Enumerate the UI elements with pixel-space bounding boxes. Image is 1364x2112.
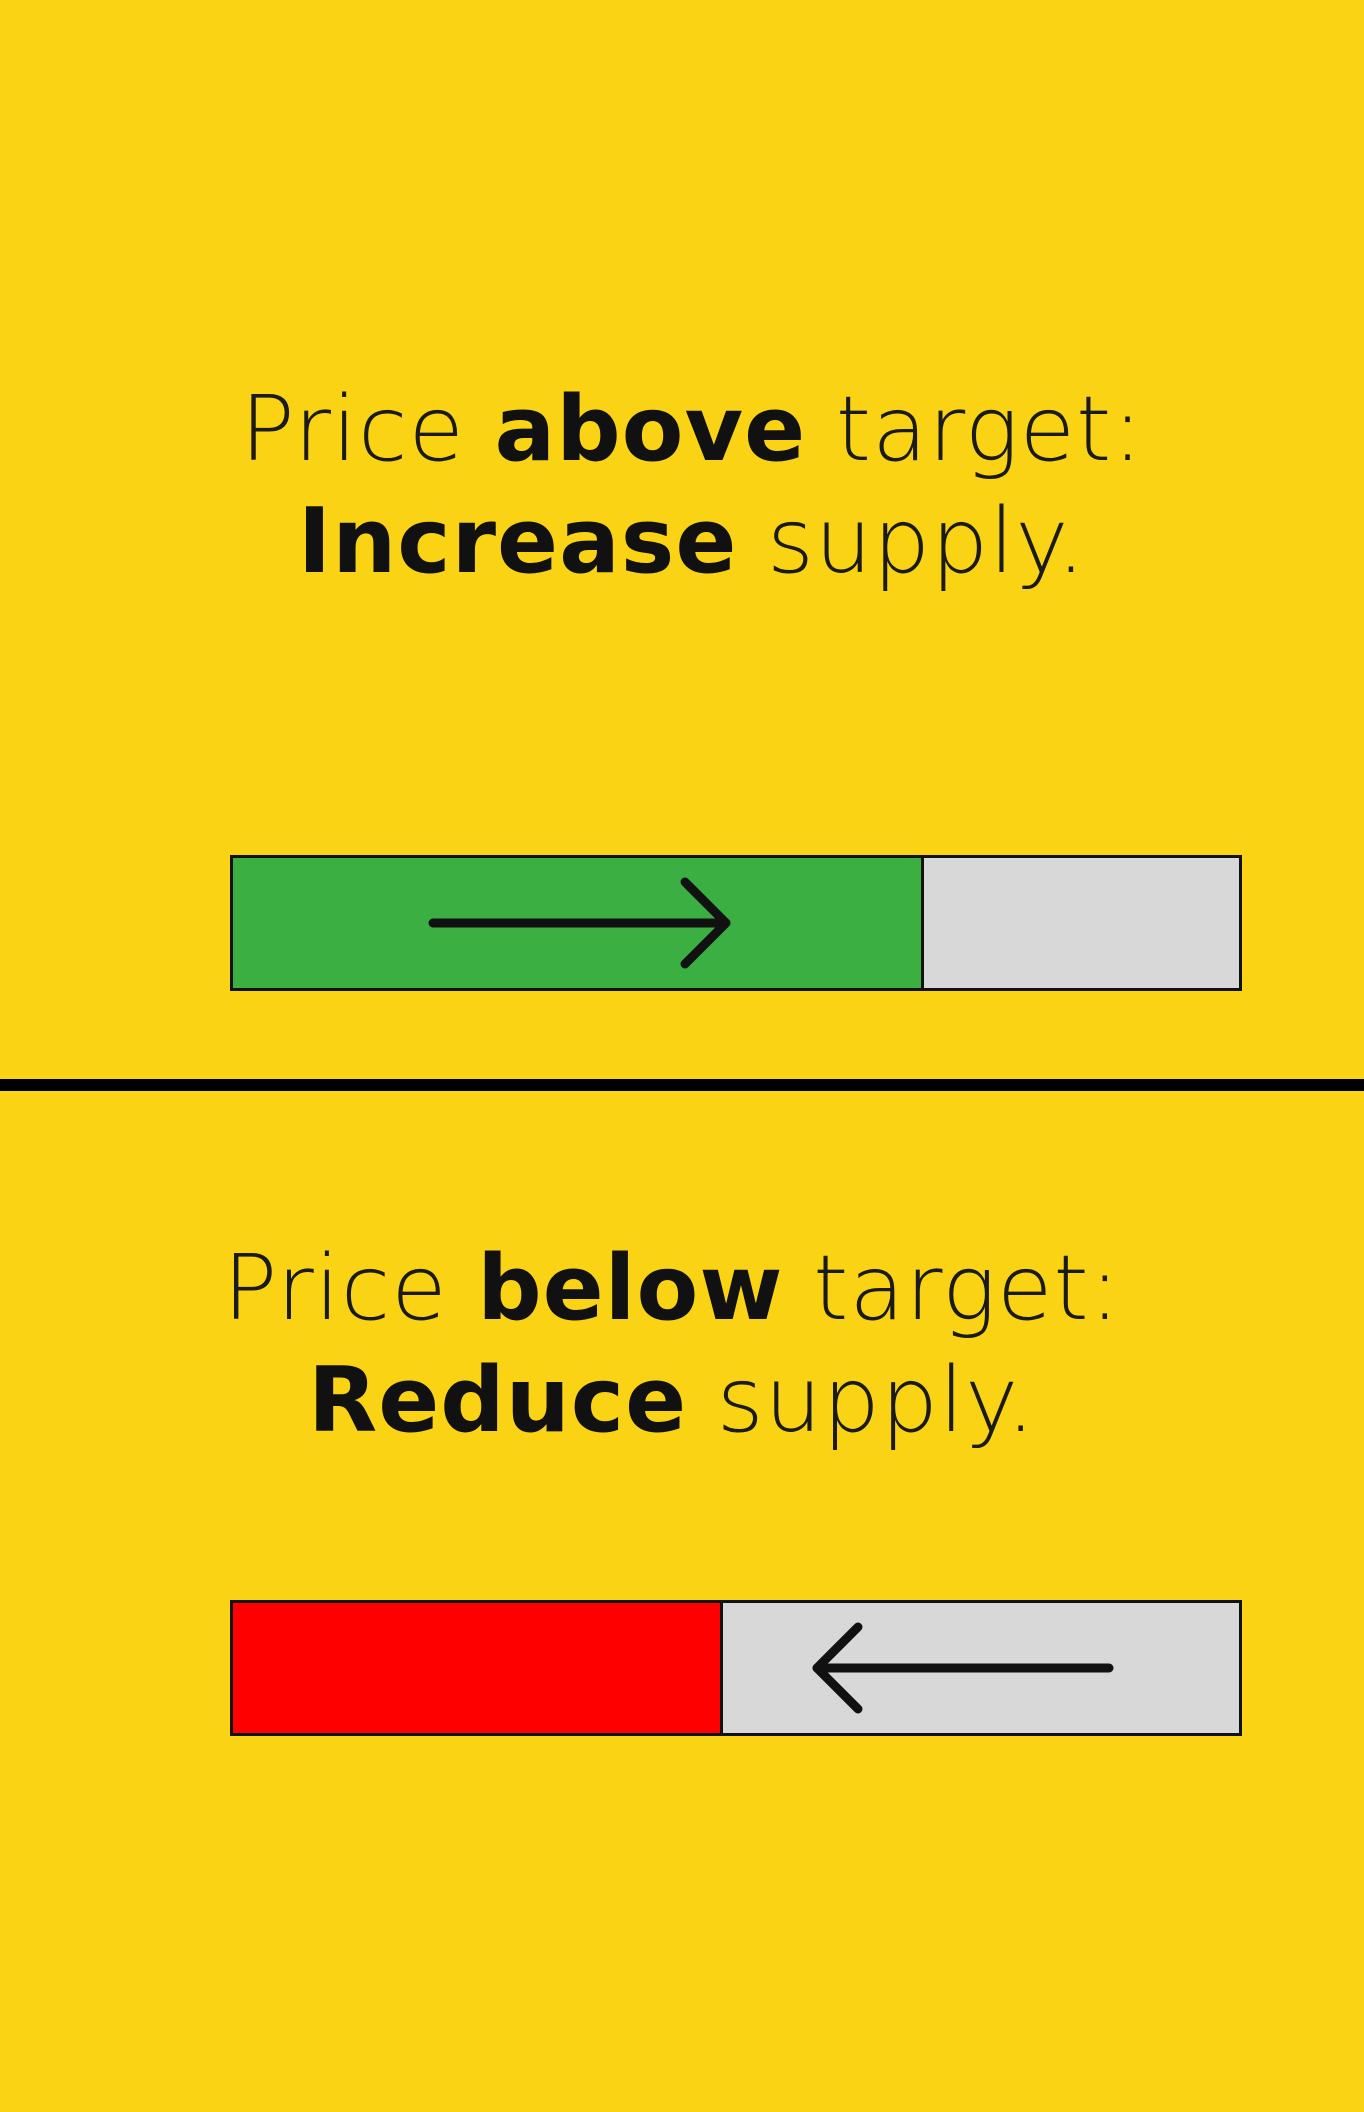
caption-text: target: (806, 377, 1144, 482)
price-above-panel: Price above target: Increase supply. (0, 0, 1364, 1082)
caption-emphasis-reduce: Reduce (307, 1348, 688, 1453)
left-arrow-icon (812, 1622, 1114, 1714)
caption-emphasis-above: above (494, 377, 807, 482)
caption-text: supply. (737, 489, 1087, 594)
caption-line-1: Price below target: (0, 1233, 1354, 1345)
caption-emphasis-increase: Increase (297, 489, 738, 594)
caption-emphasis-below: below (477, 1236, 784, 1341)
caption-line-2: Increase supply. (10, 486, 1364, 598)
price-above-caption: Price above target: Increase supply. (10, 374, 1364, 598)
right-arrow-icon (428, 877, 731, 969)
caption-text: supply. (687, 1348, 1037, 1453)
caption-text: Price (223, 1236, 478, 1341)
increase-supply-bar (230, 855, 1242, 991)
caption-text: target: (783, 1236, 1121, 1341)
caption-text: Price (240, 377, 495, 482)
caption-line-2: Reduce supply. (0, 1345, 1354, 1457)
price-below-caption: Price below target: Reduce supply. (0, 1233, 1354, 1457)
reduce-supply-bar (230, 1600, 1242, 1736)
price-below-panel: Price below target: Reduce supply. (0, 1092, 1364, 2112)
caption-line-1: Price above target: (10, 374, 1364, 486)
slide-canvas: Price above target: Increase supply. Pri… (0, 0, 1364, 2112)
panel-divider (0, 1079, 1364, 1091)
